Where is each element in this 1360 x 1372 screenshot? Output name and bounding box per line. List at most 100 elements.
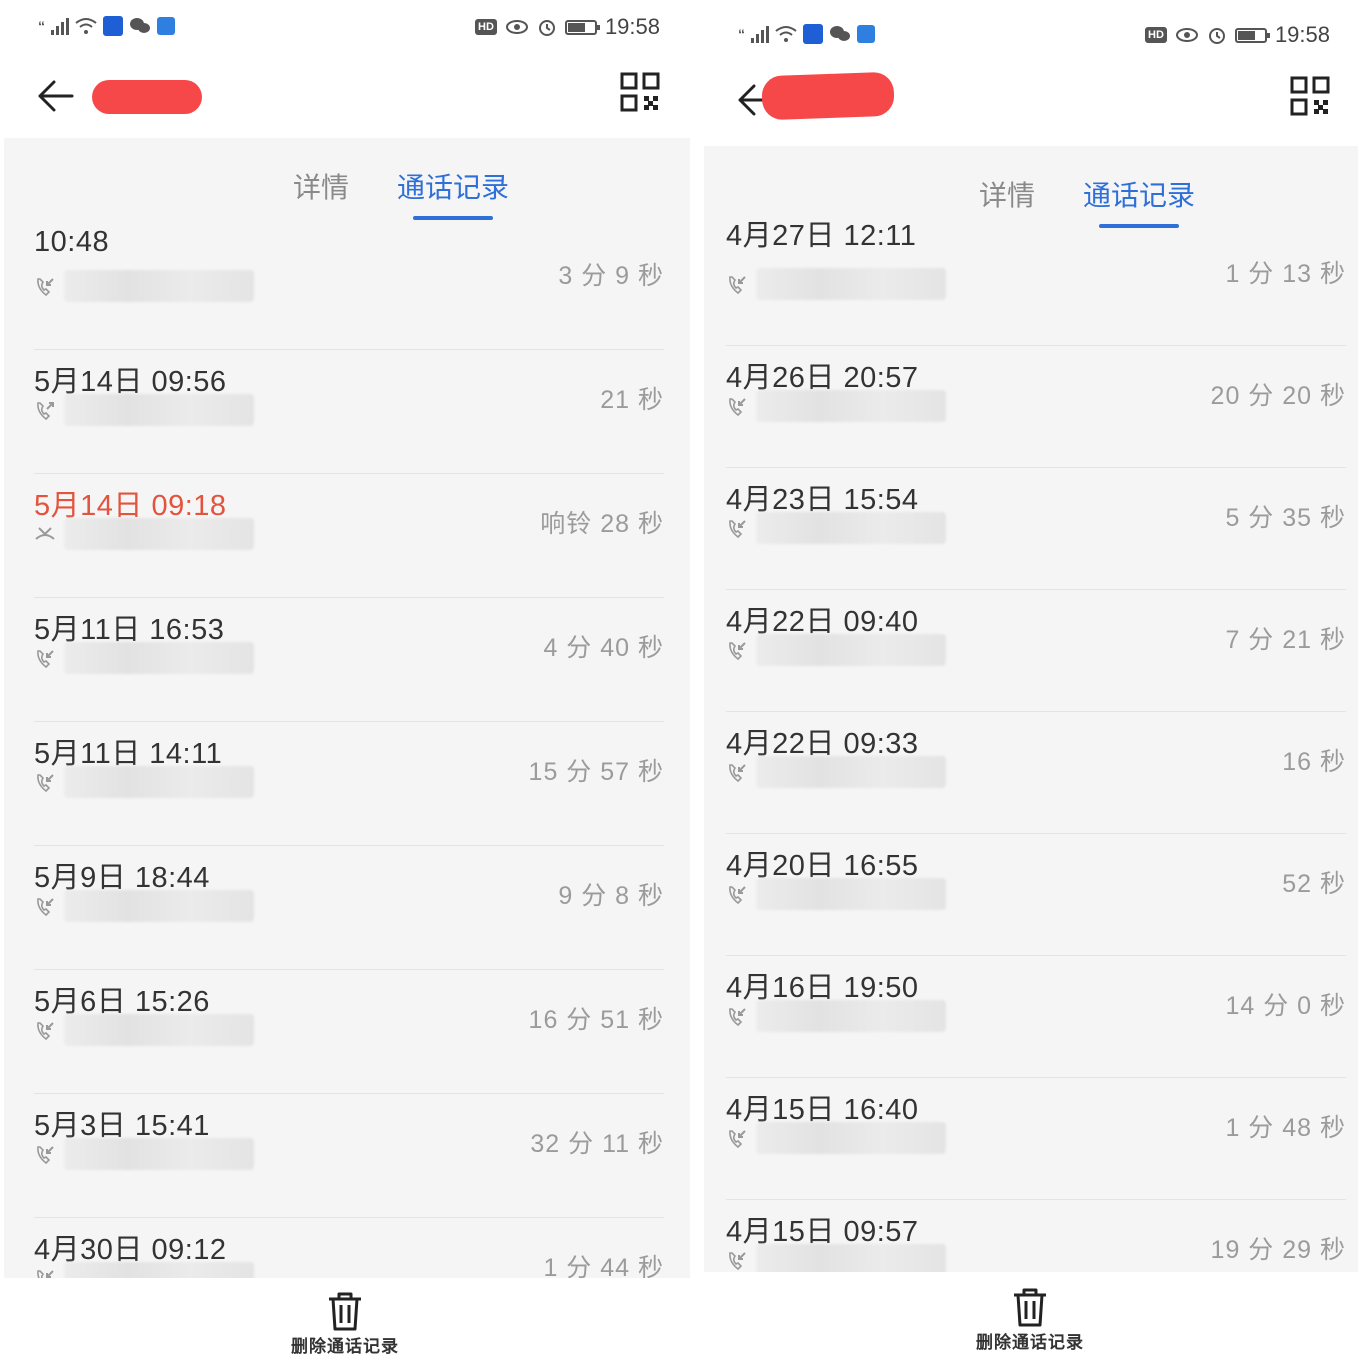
- call-log-row[interactable]: 5月6日 15:26 16 分 51 秒: [34, 970, 664, 1094]
- call-log-row[interactable]: 5月11日 16:53 4 分 40 秒: [34, 598, 664, 722]
- status-icons-left: “: [38, 16, 175, 36]
- call-log-row[interactable]: 5月14日 09:56 21 秒: [34, 350, 664, 474]
- redacted-phone-number: [756, 1122, 946, 1154]
- call-log-row[interactable]: 4月16日 19:50 14 分 0 秒: [726, 956, 1346, 1078]
- screen-right: “ HD 19:58 详情 通话记录 4月27日 12:11 1 分 13 秒 …: [700, 0, 1360, 1372]
- redacted-phone-number: [756, 268, 946, 300]
- delete-call-log-button[interactable]: 删除通话记录: [700, 1280, 1360, 1372]
- status-icons-right: HD 19:58: [475, 14, 660, 40]
- call-log-row[interactable]: 4月23日 15:54 5 分 35 秒: [726, 468, 1346, 590]
- app-notification-icon: [103, 16, 123, 36]
- tab-call-log[interactable]: 通话记录: [397, 166, 509, 220]
- incoming-call-icon: [34, 772, 56, 794]
- delete-call-log-label: 删除通话记录: [976, 1333, 1084, 1352]
- carrier-mark: “: [738, 26, 745, 42]
- signal-icon: [51, 17, 69, 35]
- status-time: 19:58: [1274, 22, 1330, 47]
- call-log-row[interactable]: 4月22日 09:33 16 秒: [726, 712, 1346, 834]
- incoming-call-icon: [726, 640, 748, 662]
- signal-icon: [751, 25, 769, 43]
- call-log-row[interactable]: 5月14日 09:18 响铃 28 秒: [34, 474, 664, 598]
- call-log-row[interactable]: 10:48 3 分 9 秒: [34, 226, 664, 350]
- app-bar: [700, 60, 1360, 140]
- call-duration: 3 分 9 秒: [558, 262, 664, 290]
- incoming-call-icon: [726, 884, 748, 906]
- call-duration: 1 分 44 秒: [543, 1254, 664, 1278]
- delete-call-log-button[interactable]: 删除通话记录: [0, 1284, 690, 1372]
- call-duration: 21 秒: [600, 386, 664, 414]
- call-log-row[interactable]: 5月11日 14:11 15 分 57 秒: [34, 722, 664, 846]
- qr-code-icon[interactable]: [620, 72, 660, 112]
- tab-details[interactable]: 详情: [293, 166, 349, 206]
- incoming-call-icon: [726, 274, 748, 296]
- call-duration: 20 分 20 秒: [1210, 382, 1346, 410]
- missed-call-icon: [34, 524, 56, 546]
- call-duration: 4 分 40 秒: [543, 634, 664, 662]
- incoming-call-icon: [726, 762, 748, 784]
- tab-call-log[interactable]: 通话记录: [1083, 174, 1195, 228]
- call-log-row[interactable]: 4月22日 09:40 7 分 21 秒: [726, 590, 1346, 712]
- incoming-call-icon: [34, 896, 56, 918]
- incoming-call-icon: [34, 1144, 56, 1166]
- call-log-content: 详情 通话记录 4月27日 12:11 1 分 13 秒 4月26日 20:57 20…: [704, 146, 1358, 1272]
- redacted-phone-number: [64, 890, 254, 922]
- status-icons-right: HD 19:58: [1145, 22, 1330, 48]
- call-log-content: 详情 通话记录 10:48 3 分 9 秒 5月14日 09:56 21 秒 5月14日…: [4, 138, 690, 1278]
- carrier-mark: “: [38, 18, 45, 34]
- call-log-row[interactable]: 4月27日 12:11 1 分 13 秒: [726, 220, 1346, 346]
- status-icons-left: “: [738, 24, 875, 44]
- call-duration: 5 分 35 秒: [1225, 504, 1346, 532]
- call-duration: 16 分 51 秒: [528, 1006, 664, 1034]
- call-log-row[interactable]: 5月3日 15:41 32 分 11 秒: [34, 1094, 664, 1218]
- call-duration: 1 分 13 秒: [1225, 260, 1346, 288]
- call-duration: 16 秒: [1282, 748, 1346, 776]
- call-duration: 14 分 0 秒: [1225, 992, 1346, 1020]
- redacted-phone-number: [64, 642, 254, 674]
- trash-icon: [329, 1292, 361, 1331]
- status-time: 19:58: [604, 14, 660, 39]
- redacted-phone-number: [64, 1262, 254, 1278]
- redacted-phone-number: [756, 756, 946, 788]
- eye-icon: [505, 20, 528, 34]
- call-duration: 19 分 29 秒: [1210, 1236, 1346, 1264]
- incoming-call-icon: [34, 648, 56, 670]
- tab-bar: 详情 通话记录: [4, 138, 690, 238]
- incoming-call-icon: [726, 1006, 748, 1028]
- redacted-phone-number: [756, 390, 946, 422]
- qr-code-icon[interactable]: [1290, 76, 1330, 116]
- outgoing-call-icon: [34, 400, 56, 422]
- tab-details[interactable]: 详情: [979, 174, 1035, 214]
- incoming-call-icon: [34, 1268, 56, 1278]
- back-arrow-icon[interactable]: [32, 72, 80, 120]
- app-bar: [0, 56, 690, 136]
- call-log-row[interactable]: 5月9日 18:44 9 分 8 秒: [34, 846, 664, 970]
- call-log-row[interactable]: 4月15日 16:40 1 分 48 秒: [726, 1078, 1346, 1200]
- app-notification-icon-2: [857, 25, 875, 43]
- call-time: 10:48: [34, 226, 110, 258]
- trash-icon: [1014, 1288, 1046, 1327]
- status-bar: “ HD 19:58: [0, 0, 690, 60]
- hd-icon: HD: [1145, 27, 1167, 43]
- redacted-contact-name: [92, 80, 202, 114]
- call-log-row[interactable]: 4月26日 20:57 20 分 20 秒: [726, 346, 1346, 468]
- incoming-call-icon: [726, 1250, 748, 1272]
- call-duration: 52 秒: [1282, 870, 1346, 898]
- call-log-row[interactable]: 4月20日 16:55 52 秒: [726, 834, 1346, 956]
- eye-icon: [1175, 28, 1198, 42]
- redacted-phone-number: [64, 394, 254, 426]
- call-log-row[interactable]: 4月15日 09:57 19 分 29 秒: [726, 1200, 1346, 1272]
- call-log-row[interactable]: 4月30日 09:12 1 分 44 秒: [34, 1218, 664, 1278]
- screen-left: “ HD 19:58 详情 通话记录 10:48 3 分 9 秒 5月14日 0…: [0, 0, 690, 1372]
- battery-icon: [564, 19, 600, 35]
- app-notification-icon: [803, 24, 823, 44]
- wifi-icon: [775, 26, 797, 42]
- call-duration: 15 分 57 秒: [528, 758, 664, 786]
- incoming-call-icon: [34, 1020, 56, 1042]
- redacted-phone-number: [756, 512, 946, 544]
- alarm-icon: [1208, 28, 1225, 44]
- redacted-phone-number: [64, 1138, 254, 1170]
- call-time: 4月27日 12:11: [726, 220, 917, 252]
- incoming-call-icon: [726, 396, 748, 418]
- call-duration: 9 分 8 秒: [558, 882, 664, 910]
- redacted-phone-number: [64, 518, 254, 550]
